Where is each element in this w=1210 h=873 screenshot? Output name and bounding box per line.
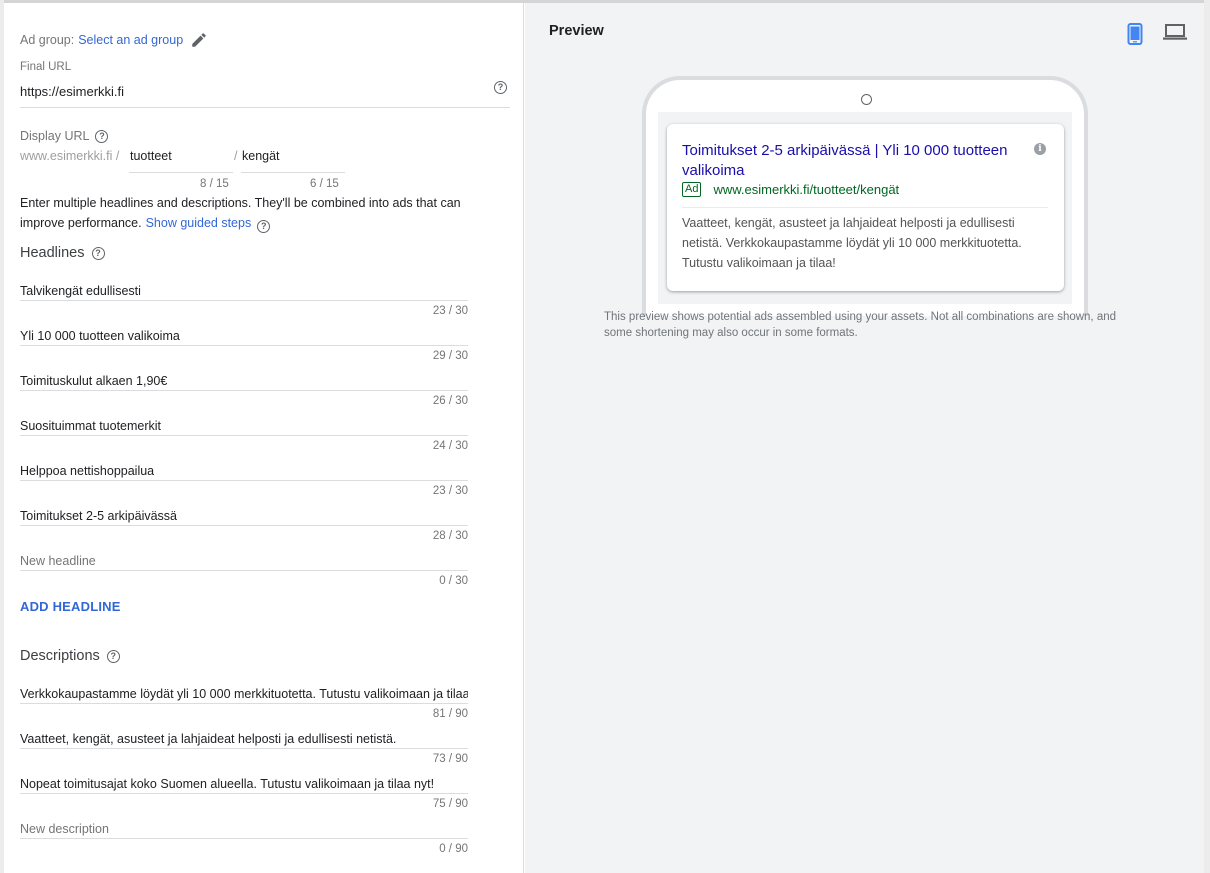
- help-icon[interactable]: ?: [494, 81, 507, 94]
- description-field[interactable]: Vaatteet, kengät, asusteet ja lahjaideat…: [20, 726, 468, 771]
- description-input[interactable]: Verkkokaupastamme löydät yli 10 000 merk…: [20, 687, 468, 701]
- headline-underline: [20, 390, 468, 391]
- headline-char-count: 26 / 30: [432, 395, 468, 407]
- description-field[interactable]: Verkkokaupastamme löydät yli 10 000 merk…: [20, 681, 468, 726]
- phone-camera: [861, 94, 872, 105]
- add-headline-button[interactable]: ADD HEADLINE: [20, 599, 121, 614]
- headline-field[interactable]: Toimituskulut alkaen 1,90€ 26 / 30: [20, 368, 468, 413]
- headlines-title: Headlines: [20, 245, 85, 261]
- final-url-label: Final URL: [20, 61, 72, 73]
- ad-group-label: Ad group:: [20, 33, 75, 47]
- headline-underline: [20, 435, 468, 436]
- description-input[interactable]: Vaatteet, kengät, asusteet ja lahjaideat…: [20, 732, 468, 746]
- ad-badge: Ad: [682, 182, 702, 197]
- ad-divider: [682, 207, 1048, 208]
- phone-screen: Toimitukset 2-5 arkipäivässä | Yli 10 00…: [658, 112, 1072, 304]
- path-separator: /: [234, 149, 238, 163]
- headline-underline: [20, 345, 468, 346]
- right-border: [1204, 0, 1210, 873]
- description-underline: [20, 748, 468, 749]
- new-description-field[interactable]: New description 0 / 90: [20, 816, 468, 861]
- ad-editor-panel: Ad group: Select an ad group Final URL h…: [4, 3, 524, 873]
- description-underline: [20, 793, 468, 794]
- headline-char-count: 28 / 30: [432, 530, 468, 542]
- display-url-base: www.esimerkki.fi /: [20, 149, 120, 163]
- description-char-count: 81 / 90: [432, 708, 468, 720]
- laptop-icon[interactable]: [1163, 23, 1187, 46]
- headline-char-count: 24 / 30: [432, 440, 468, 452]
- headline-field[interactable]: Talvikengät edullisesti 23 / 30: [20, 278, 468, 323]
- preview-title: Preview: [549, 23, 604, 39]
- headline-input[interactable]: Toimitukset 2-5 arkipäivässä: [20, 509, 468, 523]
- path1-char-count: 8 / 15: [200, 178, 229, 190]
- ad-headline[interactable]: Toimitukset 2-5 arkipäivässä | Yli 10 00…: [682, 141, 1037, 181]
- headline-char-count: 29 / 30: [432, 350, 468, 362]
- description-field[interactable]: Nopeat toimitusajat koko Suomen alueella…: [20, 771, 468, 816]
- path1-underline: [129, 172, 233, 173]
- info-icon[interactable]: i: [1034, 143, 1046, 155]
- preview-disclaimer: This preview shows potential ads assembl…: [604, 311, 1117, 339]
- display-url-label-row: Display URL ?: [20, 129, 109, 143]
- guidance-text: Enter multiple headlines and description…: [20, 193, 490, 233]
- headline-field[interactable]: Helppoa nettishoppailua 23 / 30: [20, 458, 468, 503]
- headline-char-count: 23 / 30: [432, 305, 468, 317]
- path1-input[interactable]: tuotteet: [130, 149, 172, 163]
- description-underline: [20, 838, 468, 839]
- help-icon[interactable]: ?: [257, 220, 271, 233]
- descriptions-title: Descriptions: [20, 648, 100, 664]
- headline-input[interactable]: Talvikengät edullisesti: [20, 284, 468, 298]
- ad-preview-card: Toimitukset 2-5 arkipäivässä | Yli 10 00…: [667, 124, 1064, 291]
- headline-input[interactable]: Helppoa nettishoppailua: [20, 464, 468, 478]
- phone-mockup: Toimitukset 2-5 arkipäivässä | Yli 10 00…: [642, 76, 1088, 316]
- ad-group-row: Ad group: Select an ad group: [20, 31, 208, 49]
- new-headline-input[interactable]: New headline: [20, 554, 468, 568]
- headline-underline: [20, 480, 468, 481]
- headline-field[interactable]: Suosituimmat tuotemerkit 24 / 30: [20, 413, 468, 458]
- descriptions-heading: Descriptions ?: [20, 648, 120, 664]
- headline-char-count: 23 / 30: [432, 485, 468, 497]
- description-underline: [20, 703, 468, 704]
- headline-underline: [20, 300, 468, 301]
- final-url-underline: [20, 107, 510, 108]
- show-guided-steps-link[interactable]: Show guided steps: [146, 216, 252, 230]
- path2-underline: [241, 172, 345, 173]
- headlines-heading: Headlines ?: [20, 245, 105, 261]
- headline-input[interactable]: Yli 10 000 tuotteen valikoima: [20, 329, 468, 343]
- new-headline-field[interactable]: New headline 0 / 30: [20, 548, 468, 593]
- description-char-count: 0 / 90: [439, 843, 468, 855]
- headline-input[interactable]: Toimituskulut alkaen 1,90€: [20, 374, 468, 388]
- help-icon[interactable]: ?: [106, 649, 120, 663]
- display-url-label: Display URL: [20, 129, 90, 143]
- ad-url-row: Ad www.esimerkki.fi/tuotteet/kengät: [682, 182, 899, 197]
- new-description-input[interactable]: New description: [20, 822, 468, 836]
- headline-input[interactable]: Suosituimmat tuotemerkit: [20, 419, 468, 433]
- help-icon[interactable]: ?: [91, 246, 105, 260]
- headline-underline: [20, 525, 468, 526]
- headline-char-count: 0 / 30: [439, 575, 468, 587]
- ad-description: Vaatteet, kengät, asusteet ja lahjaideat…: [682, 216, 1022, 270]
- help-icon[interactable]: ?: [95, 129, 109, 143]
- pencil-icon[interactable]: [190, 31, 208, 49]
- path2-input[interactable]: kengät: [242, 149, 280, 163]
- mobile-phone-icon[interactable]: [1127, 23, 1143, 50]
- headline-field[interactable]: Yli 10 000 tuotteen valikoima 29 / 30: [20, 323, 468, 368]
- headline-field[interactable]: Toimitukset 2-5 arkipäivässä 28 / 30: [20, 503, 468, 548]
- description-input[interactable]: Nopeat toimitusajat koko Suomen alueella…: [20, 777, 468, 791]
- select-ad-group-link[interactable]: Select an ad group: [78, 33, 183, 47]
- ad-display-url: www.esimerkki.fi/tuotteet/kengät: [713, 182, 900, 197]
- description-char-count: 75 / 90: [432, 798, 468, 810]
- final-url-input[interactable]: https://esimerkki.fi: [20, 84, 124, 99]
- preview-panel: Preview Toimitukset 2-5 arkipäivässä | Y…: [525, 3, 1204, 873]
- path2-char-count: 6 / 15: [310, 178, 339, 190]
- description-char-count: 73 / 90: [432, 753, 468, 765]
- headline-underline: [20, 570, 468, 571]
